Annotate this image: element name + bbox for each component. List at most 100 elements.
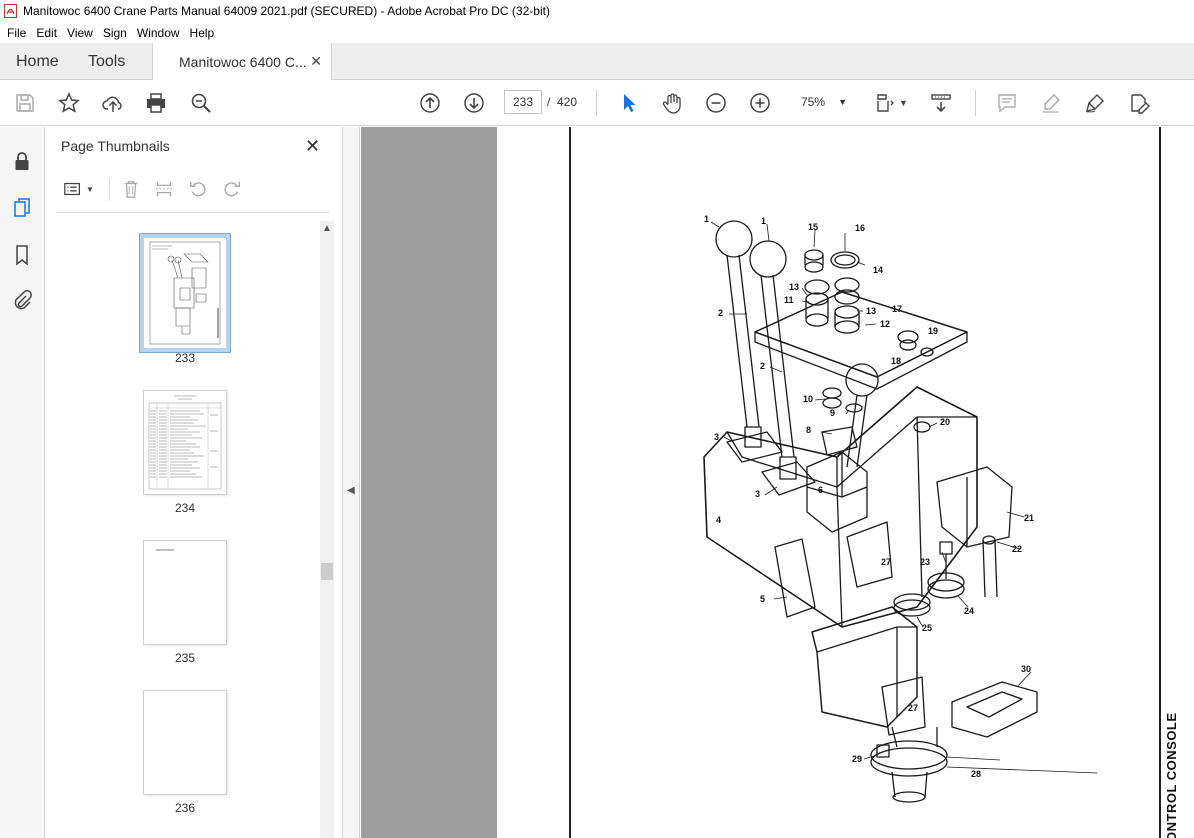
zoom-in-icon[interactable] — [748, 91, 772, 115]
callout-label: 9 — [830, 408, 835, 418]
thumbnail-drawing-preview — [144, 238, 226, 348]
callout-label: 3 — [714, 432, 719, 442]
thumbnail-tools: ▼ — [57, 171, 329, 213]
callout-label: 1 — [761, 216, 766, 226]
toolbar-divider — [596, 90, 597, 116]
tools-divider — [109, 179, 110, 201]
collapse-panel-icon[interactable]: ◀ — [347, 485, 355, 496]
tab-document[interactable]: Manitowoc 6400 C... ✕ — [152, 43, 332, 81]
thumbnail-page-236[interactable] — [144, 691, 226, 794]
thumbnail-label: 236 — [174, 801, 196, 815]
tab-tools[interactable]: Tools — [88, 43, 125, 80]
callout-label: 1 — [704, 214, 709, 224]
zoom-search-icon[interactable] — [189, 91, 213, 115]
zoom-level-value: 75% — [801, 95, 826, 109]
menu-edit[interactable]: Edit — [31, 26, 62, 40]
chevron-down-icon: ▼ — [838, 97, 847, 107]
attachment-paperclip-icon[interactable] — [10, 288, 34, 312]
rotate-left-icon[interactable] — [186, 177, 210, 201]
close-panel-icon[interactable]: ✕ — [305, 136, 320, 157]
options-dropdown-icon[interactable]: ▼ — [86, 185, 94, 194]
tab-document-label: Manitowoc 6400 C... — [179, 54, 307, 70]
thumbnail-page-234[interactable] — [144, 391, 226, 494]
select-cursor-icon[interactable] — [617, 91, 641, 115]
rotate-right-icon[interactable] — [220, 177, 244, 201]
bookmark-icon[interactable] — [10, 243, 34, 267]
panel-splitter[interactable]: ◀ — [343, 127, 360, 838]
zoom-level-select[interactable]: 75% ▼ — [790, 90, 854, 114]
page-number-input[interactable]: 233 — [504, 90, 542, 114]
thumbnail-page-235[interactable] — [144, 541, 226, 644]
scroll-mode-icon[interactable] — [929, 91, 953, 115]
callout-label: 11 — [784, 295, 794, 305]
options-menu-icon[interactable] — [61, 177, 85, 201]
callout-label: 16 — [855, 223, 865, 233]
extract-pages-icon[interactable] — [152, 177, 176, 201]
lock-icon[interactable] — [10, 149, 34, 173]
callout-label: 28 — [971, 769, 981, 779]
scroll-up-icon[interactable]: ▲ — [322, 223, 332, 234]
menu-sign[interactable]: Sign — [98, 26, 132, 40]
callout-label: 21 — [1024, 513, 1034, 523]
zoom-out-icon[interactable] — [704, 91, 728, 115]
page-separator: / — [547, 95, 551, 109]
callout-label: 18 — [891, 356, 901, 366]
thumbnail-parts-list-preview — [144, 391, 226, 494]
menu-view[interactable]: View — [62, 26, 98, 40]
edit-pdf-icon[interactable] — [1127, 91, 1151, 115]
thumbnail-label: 235 — [174, 651, 196, 665]
callout-label: 13 — [789, 282, 799, 292]
acrobat-pdf-icon — [4, 4, 17, 18]
save-icon[interactable] — [13, 91, 37, 115]
panel-title: Page Thumbnails — [61, 138, 170, 154]
page-fit-dropdown-icon[interactable]: ▼ — [899, 98, 908, 108]
toolbar: ▼ — [0, 80, 1194, 126]
menu-file[interactable]: File — [2, 26, 31, 40]
callout-label: 15 — [808, 222, 818, 232]
callout-label: 10 — [803, 394, 813, 404]
callout-label: 6 — [818, 485, 823, 495]
callout-label: 8 — [806, 425, 811, 435]
callout-label: 23 — [920, 557, 930, 567]
scrollbar-thumb[interactable] — [321, 563, 333, 580]
comment-icon[interactable] — [995, 91, 1019, 115]
tab-home[interactable]: Home — [16, 43, 59, 80]
highlight-pen-icon[interactable] — [1039, 91, 1063, 115]
hand-tool-icon[interactable] — [660, 91, 684, 115]
callout-label: 20 — [940, 417, 950, 427]
menu-bar: File Edit View Sign Window Help — [0, 22, 1194, 43]
toolbar-divider — [975, 90, 976, 116]
page-thumbnails-panel: Page Thumbnails ✕ ▼ 233 234 235 236 ▲ — [45, 127, 343, 838]
thumbnail-blank-preview — [144, 541, 226, 644]
thumbnail-page-233[interactable] — [144, 238, 226, 348]
callout-label: 22 — [1012, 544, 1022, 554]
page-thumbnails-icon[interactable] — [10, 195, 34, 219]
document-view[interactable]: 1 1 15 16 14 13 11 13 12 17 19 18 2 2 10… — [361, 127, 1194, 838]
callout-label: 29 — [852, 754, 862, 764]
callout-label: 19 — [928, 326, 938, 336]
page-side-label: ONTROL CONSOLE — [1164, 712, 1179, 838]
close-tab-icon[interactable]: ✕ — [310, 53, 322, 70]
callout-label: 25 — [922, 623, 932, 633]
delete-trash-icon[interactable] — [119, 177, 143, 201]
bookmark-star-icon[interactable] — [57, 91, 81, 115]
menu-window[interactable]: Window — [132, 26, 185, 40]
callout-label: 2 — [760, 361, 765, 371]
callout-label: 14 — [873, 265, 883, 275]
next-page-icon[interactable] — [462, 91, 486, 115]
window-title: Manitowoc 6400 Crane Parts Manual 64009 … — [23, 4, 550, 18]
upload-cloud-icon[interactable] — [101, 91, 125, 115]
print-icon[interactable] — [144, 91, 168, 115]
pdf-page: 1 1 15 16 14 13 11 13 12 17 19 18 2 2 10… — [497, 127, 1194, 838]
tab-bar: Home Tools Manitowoc 6400 C... ✕ — [0, 43, 1194, 81]
menu-help[interactable]: Help — [185, 26, 220, 40]
callout-label: 17 — [892, 304, 902, 314]
sign-pen-icon[interactable] — [1083, 91, 1107, 115]
callout-label: 5 — [760, 594, 765, 604]
left-rail — [0, 127, 45, 838]
thumbnail-scrollbar[interactable]: ▲ — [320, 221, 334, 838]
previous-page-icon[interactable] — [418, 91, 442, 115]
page-fit-icon[interactable] — [873, 91, 897, 115]
callout-label: 30 — [1021, 664, 1031, 674]
callout-label: 3 — [755, 489, 760, 499]
